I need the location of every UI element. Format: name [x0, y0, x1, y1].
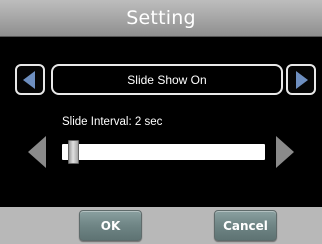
slider-decrease-icon[interactable]: [28, 136, 46, 168]
title-bar: Setting: [0, 0, 322, 37]
settings-screen: Setting Slide Show On Slide Interval: 2 …: [0, 0, 322, 244]
bottom-bar: OK Cancel: [0, 207, 322, 244]
slider-increase-icon[interactable]: [276, 136, 294, 168]
page-title: Setting: [126, 7, 196, 29]
triangle-right-icon: [296, 70, 308, 89]
ok-button[interactable]: OK: [79, 210, 142, 241]
option-prev-button[interactable]: [15, 64, 45, 95]
triangle-left-icon: [23, 70, 35, 89]
option-display: Slide Show On: [51, 64, 283, 95]
option-value: Slide Show On: [127, 72, 207, 87]
slide-interval-slider[interactable]: [62, 140, 265, 164]
slide-interval-label: Slide Interval: 2 sec: [62, 116, 163, 128]
option-next-button[interactable]: [286, 64, 316, 95]
cancel-button[interactable]: Cancel: [214, 210, 277, 241]
slider-thumb[interactable]: [68, 140, 79, 164]
